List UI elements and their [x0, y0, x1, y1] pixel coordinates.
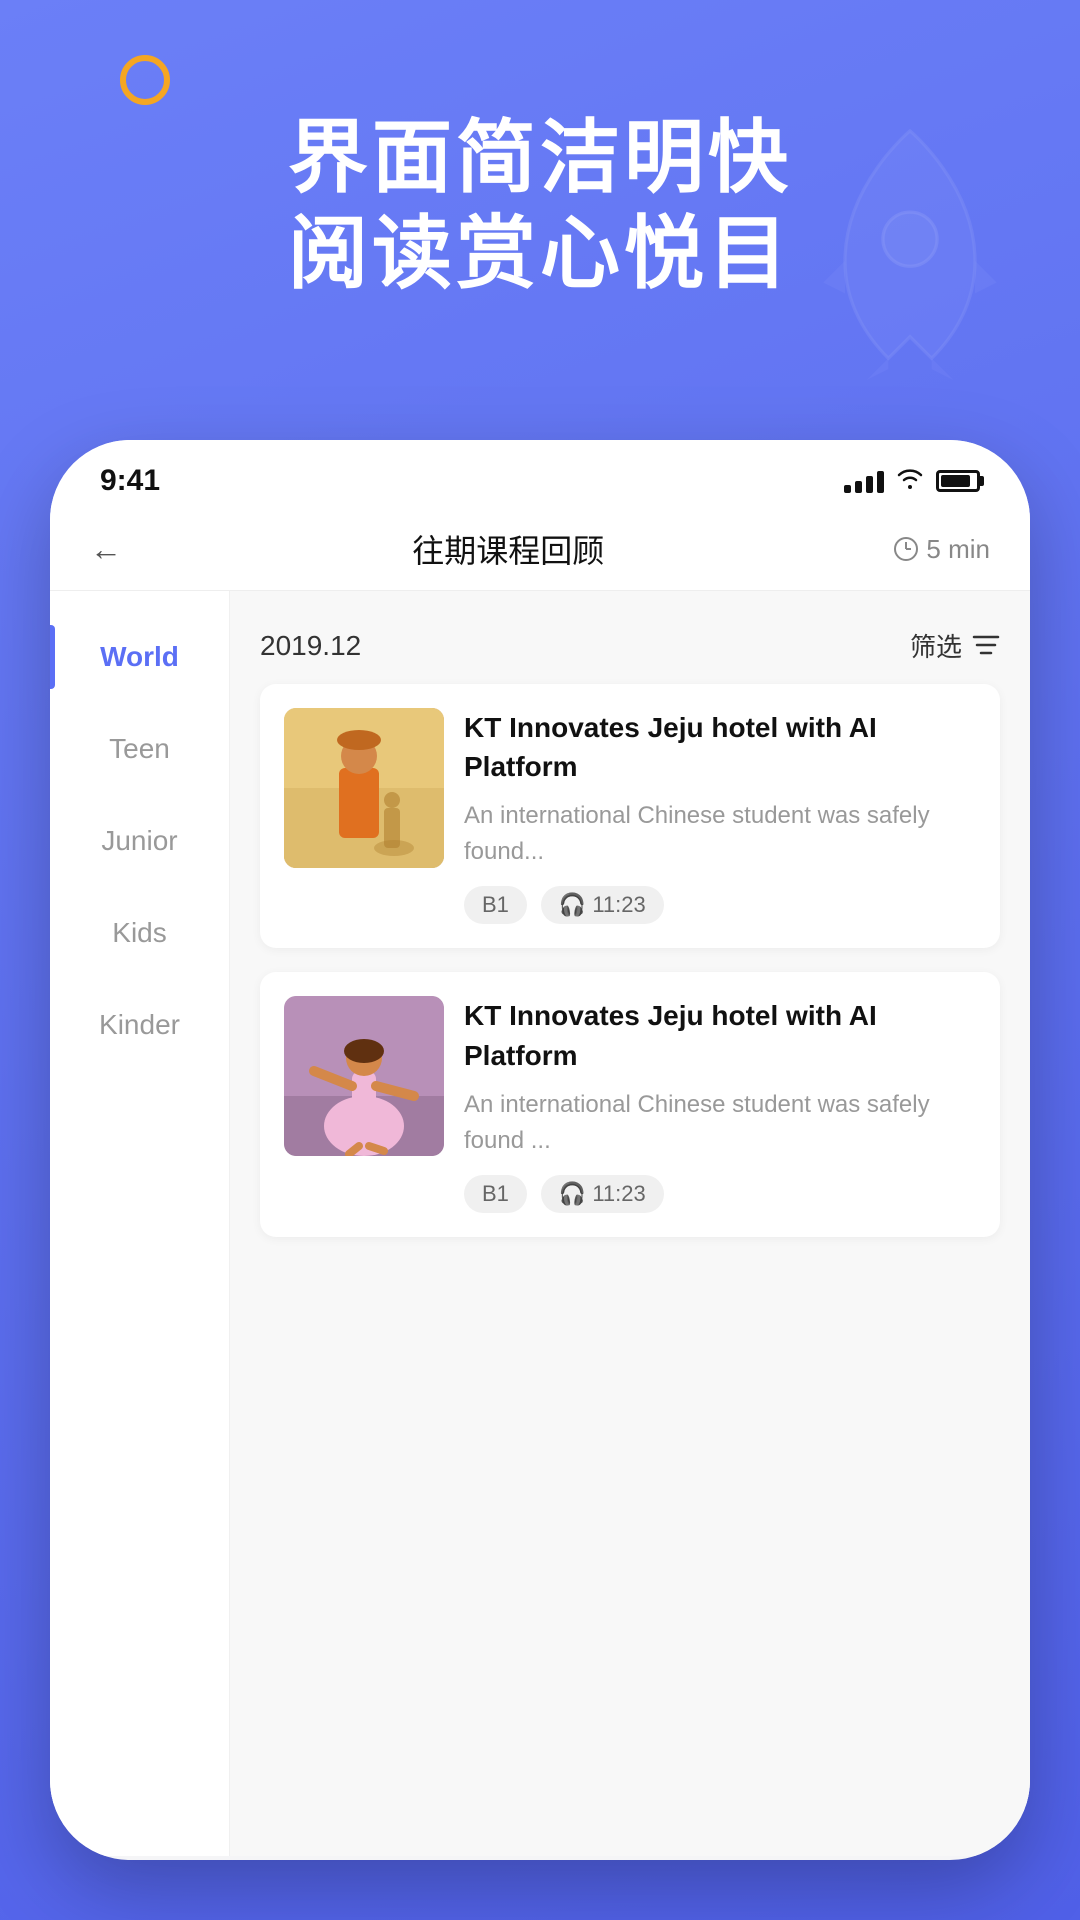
level-badge-1: B1: [464, 886, 527, 924]
signal-icon: [844, 469, 884, 493]
sidebar-item-kids[interactable]: Kids: [50, 887, 229, 979]
date-header: 2019.12 筛选: [260, 611, 1000, 684]
orange-circle-decoration: [120, 55, 170, 105]
sidebar-item-kinder[interactable]: Kinder: [50, 979, 229, 1071]
status-icons: [844, 467, 980, 496]
headline-line2: 阅读赏心悦目: [0, 206, 1080, 302]
phone-mockup: 9:41 ← 往期课程回顾 5 min: [50, 440, 1030, 1860]
sidebar-item-teen[interactable]: Teen: [50, 703, 229, 795]
filter-icon: [972, 633, 1000, 659]
battery-icon: [936, 470, 980, 492]
sidebar-item-world[interactable]: World: [50, 611, 229, 703]
sidebar: World Teen Junior Kids Kinder: [50, 591, 230, 1856]
sidebar-item-junior[interactable]: Junior: [50, 795, 229, 887]
wifi-icon: [896, 467, 924, 496]
status-time: 9:41: [100, 464, 160, 498]
status-bar: 9:41: [50, 440, 1030, 508]
article-tags-1: B1 🎧 11:23: [464, 886, 976, 924]
headline: 界面简洁明快 阅读赏心悦目: [0, 110, 1080, 302]
audio-tag-1: 🎧 11:23: [541, 886, 664, 924]
article-desc-1: An international Chinese student was saf…: [464, 798, 976, 870]
headphone-icon-2: 🎧: [559, 1181, 586, 1207]
filter-button[interactable]: 筛选: [910, 627, 1000, 664]
back-button[interactable]: ←: [90, 531, 122, 568]
article-info-2: KT Innovates Jeju hotel with AI Platform…: [464, 996, 976, 1212]
content-area: World Teen Junior Kids Kinder 2019.12 筛选: [50, 591, 1030, 1856]
article-desc-2: An international Chinese student was saf…: [464, 1087, 976, 1159]
article-card-2[interactable]: KT Innovates Jeju hotel with AI Platform…: [260, 972, 1000, 1236]
audio-tag-2: 🎧 11:23: [541, 1175, 664, 1213]
nav-title: 往期课程回顾: [412, 526, 604, 572]
article-card-1[interactable]: KT Innovates Jeju hotel with AI Platform…: [260, 684, 1000, 948]
article-info-1: KT Innovates Jeju hotel with AI Platform…: [464, 708, 976, 924]
article-thumbnail-2: [284, 996, 444, 1156]
article-tags-2: B1 🎧 11:23: [464, 1175, 976, 1213]
clock-icon: [894, 537, 918, 561]
nav-bar: ← 往期课程回顾 5 min: [50, 508, 1030, 591]
article-title-1: KT Innovates Jeju hotel with AI Platform: [464, 708, 976, 786]
article-thumbnail-1: [284, 708, 444, 868]
date-label: 2019.12: [260, 630, 361, 662]
main-content: 2019.12 筛选: [230, 591, 1030, 1856]
nav-duration: 5 min: [894, 534, 990, 565]
level-badge-2: B1: [464, 1175, 527, 1213]
headline-line1: 界面简洁明快: [0, 110, 1080, 206]
headphone-icon-1: 🎧: [559, 892, 586, 918]
article-title-2: KT Innovates Jeju hotel with AI Platform: [464, 996, 976, 1074]
